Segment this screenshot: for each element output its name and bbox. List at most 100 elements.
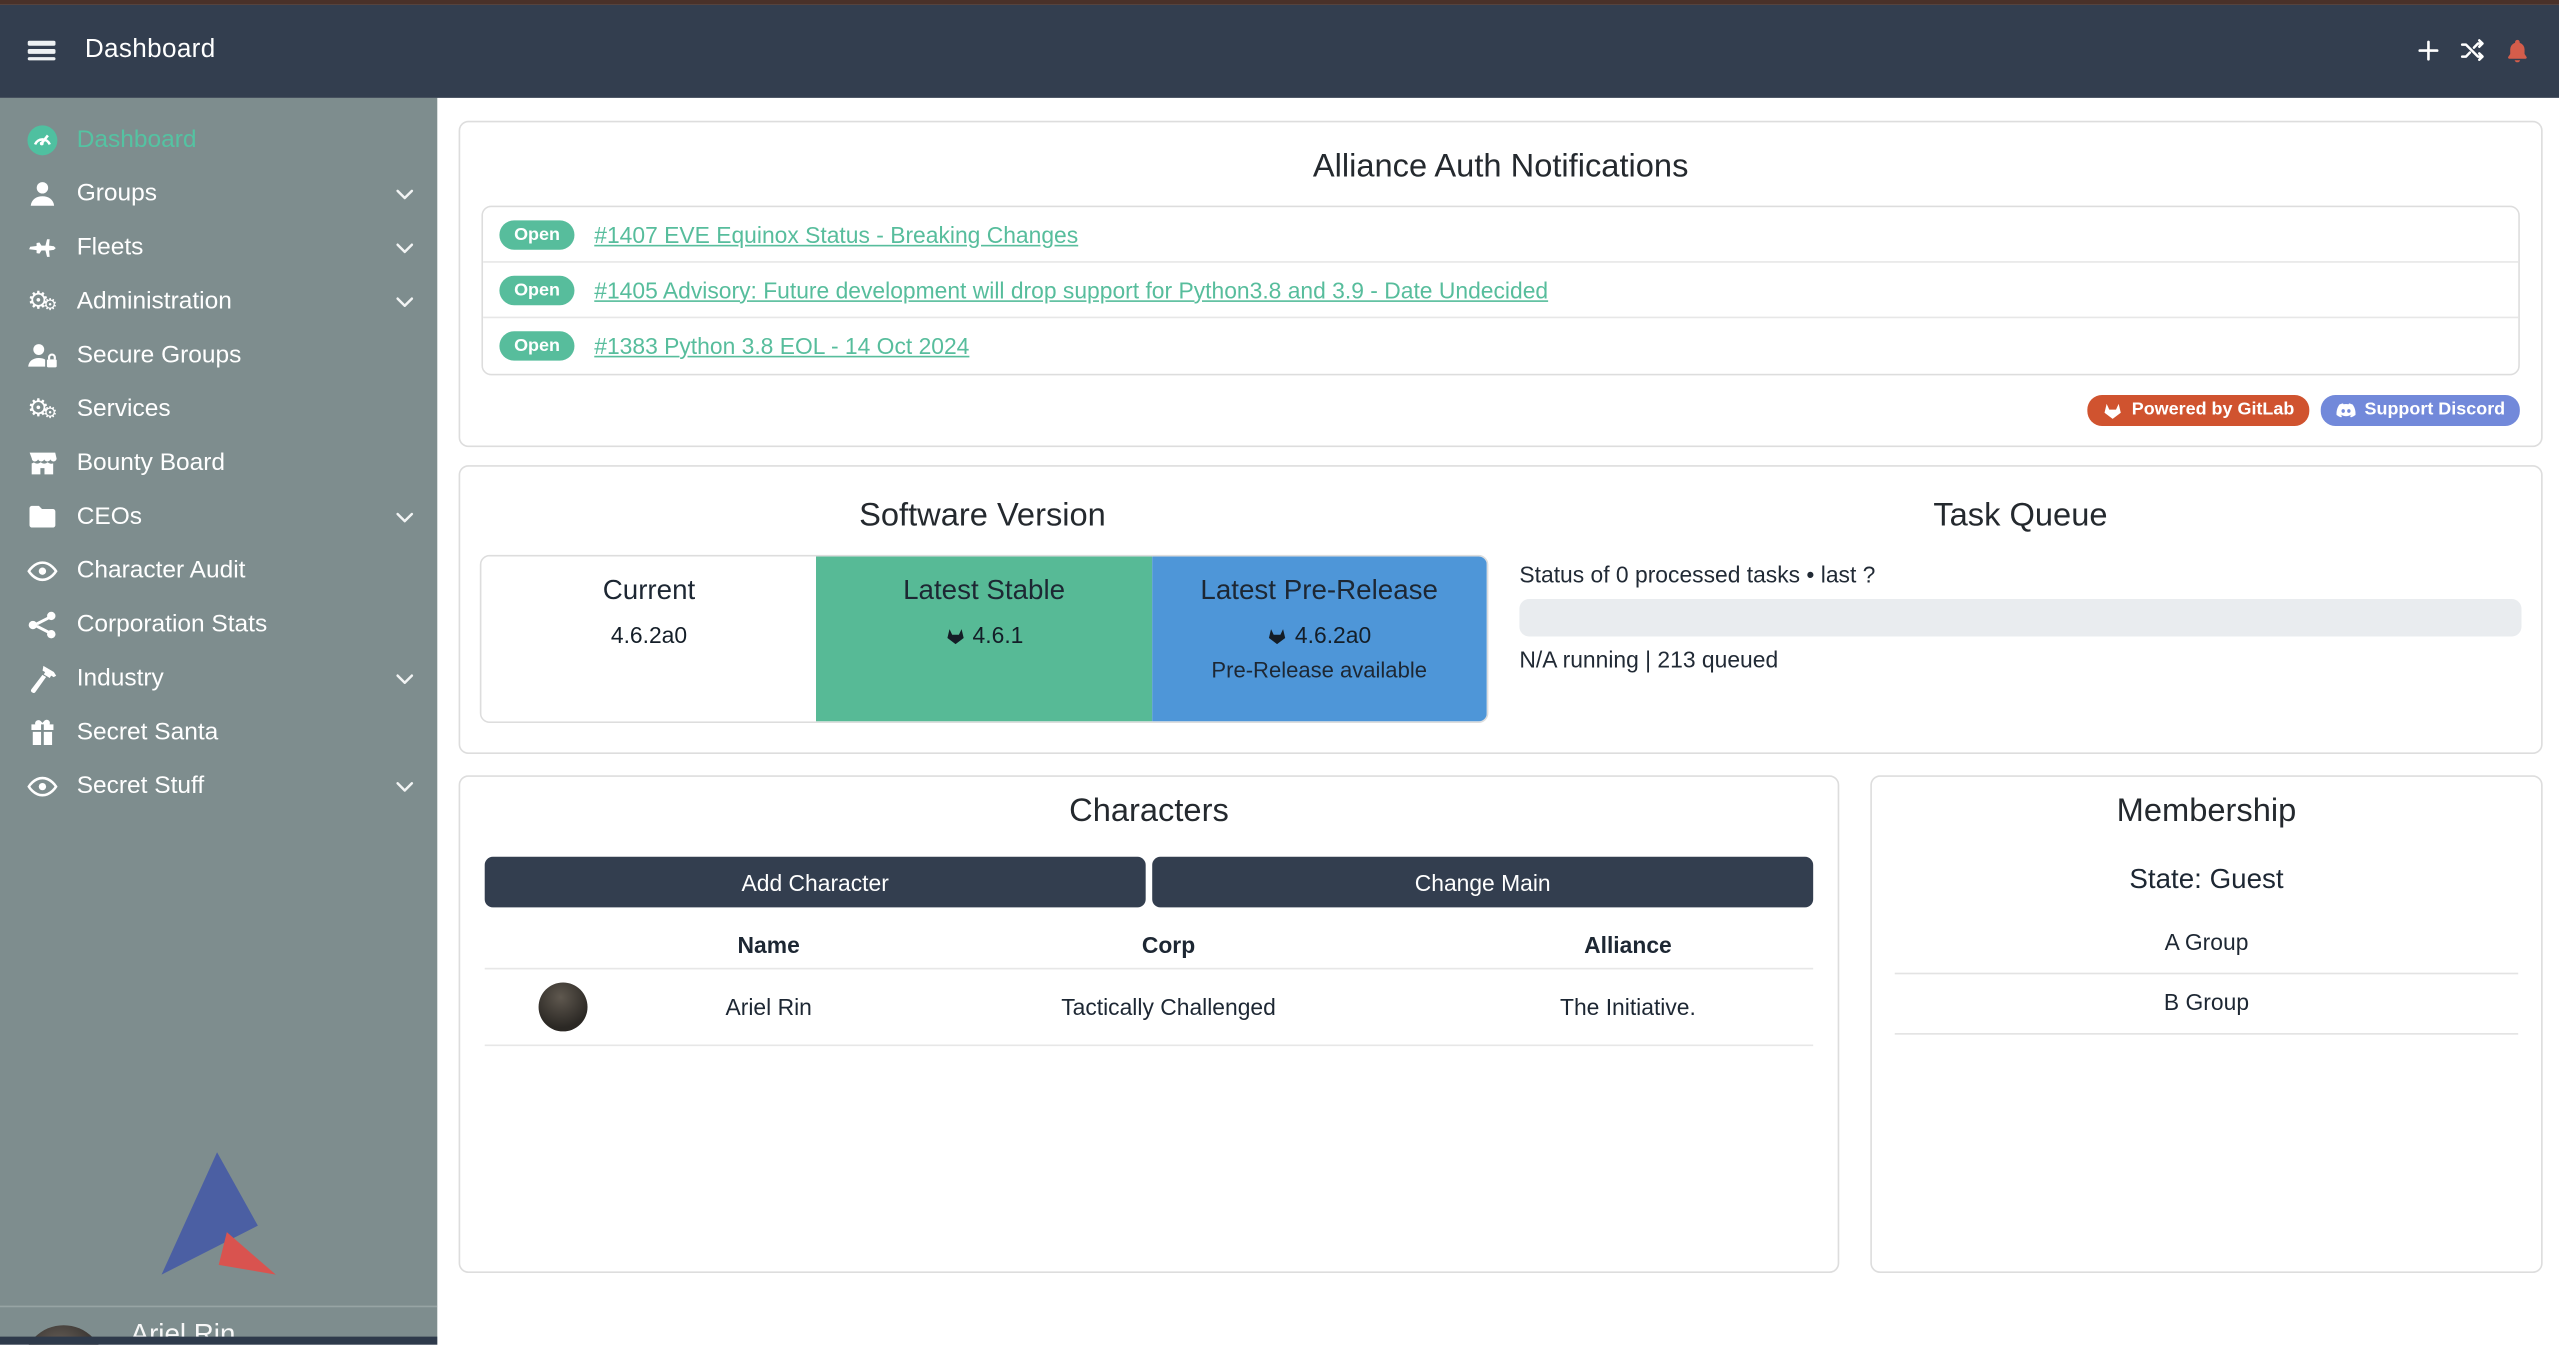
character-avatar — [538, 982, 587, 1031]
sidebar-item-ceos[interactable]: CEOs — [0, 490, 437, 544]
sidebar-item-label: Secret Santa — [77, 718, 219, 746]
character-row: Ariel RinTactically ChallengedThe Initia… — [485, 968, 1813, 1046]
discord-icon — [2335, 400, 2356, 421]
version-cell-value: 4.6.2a0 — [481, 622, 816, 648]
membership-group: A Group — [1895, 914, 2518, 974]
sidebar-item-industry[interactable]: Industry — [0, 651, 437, 705]
sidebar-item-label: Bounty Board — [77, 449, 225, 477]
plus-icon[interactable] — [2415, 38, 2441, 64]
gears-icon: ⚙⚙ — [26, 285, 59, 318]
chevron-icon — [393, 290, 416, 313]
version-cell-label: Latest Pre-Release — [1152, 574, 1487, 607]
characters-table-body: Ariel RinTactically ChallengedThe Initia… — [485, 968, 1813, 1046]
sidebar-item-label: Corporation Stats — [77, 610, 268, 638]
version-queue-panel: Software Version Current 4.6.2a0Latest St… — [459, 465, 2543, 754]
gift-icon — [26, 716, 59, 749]
notifications-footer: Powered by GitLab Support Discord — [2088, 395, 2520, 426]
status-badge: Open — [499, 331, 574, 361]
characters-buttons: Add CharacterChange Main — [485, 857, 1813, 908]
sidebar-item-secret-santa[interactable]: Secret Santa — [0, 705, 437, 759]
sidebar-item-dashboard[interactable]: Dashboard — [0, 113, 437, 167]
characters-table: NameCorpAlliance Ariel RinTactically Cha… — [485, 922, 1813, 1046]
add-character-button[interactable]: Add Character — [485, 857, 1146, 908]
task-queue-progressbar — [1519, 599, 2521, 637]
badge-label: Powered by GitLab — [2132, 401, 2295, 421]
tanuki-icon — [945, 624, 966, 645]
chevron-icon — [393, 774, 416, 797]
notification-link[interactable]: #1405 Advisory: Future development will … — [594, 277, 1548, 303]
badge-label: Support Discord — [2365, 401, 2506, 421]
sidebar-item-services[interactable]: ⚙⚙Services — [0, 382, 437, 436]
version-cell-value: 4.6.2a0 — [1152, 622, 1487, 648]
sidebar-item-label: Groups — [77, 180, 157, 208]
sidebar-item-administration[interactable]: ⚙⚙Administration — [0, 274, 437, 328]
sidebar-item-bounty-board[interactable]: Bounty Board — [0, 436, 437, 490]
menu-toggle-button[interactable] — [28, 38, 56, 65]
membership-state: State: Guest — [1895, 863, 2518, 896]
sidebar-nav: Dashboard Groups Fleets⚙⚙Administration Sec… — [0, 98, 437, 813]
notification-row: Open#1407 EVE Equinox Status - Breaking … — [483, 207, 2518, 261]
task-queue-section: Task Queue Status of 0 processed tasks •… — [1505, 467, 2541, 753]
sidebar-item-secure-groups[interactable]: Secure Groups — [0, 328, 437, 382]
notifications-list: Open #1407 EVE Equinox Status - Breaking … — [481, 206, 2519, 375]
change-main-button[interactable]: Change Main — [1152, 857, 1813, 908]
shuffle-icon[interactable] — [2459, 38, 2485, 64]
membership-panel: Membership State: Guest A GroupB Group — [1870, 775, 2542, 1273]
task-queue-status: Status of 0 processed tasks • last ? — [1519, 561, 2521, 587]
tanuki-icon — [2102, 400, 2123, 421]
character-name: Ariel Rin — [640, 994, 898, 1020]
app-window: Dashboard Dashboard Groups Fleets⚙⚙Adminis… — [0, 0, 2559, 1345]
bottom-row: Characters Add CharacterChange Main Name… — [459, 775, 2543, 1273]
character-corp: Tactically Challenged — [898, 994, 1440, 1020]
sidebar-item-character-audit[interactable]: Character Audit — [0, 543, 437, 597]
top-navbar: Dashboard — [0, 4, 2559, 98]
eye-icon — [26, 769, 59, 802]
version-cell-value: 4.6.1 — [817, 622, 1152, 648]
membership-title: Membership — [1895, 793, 2518, 829]
sidebar-item-label: Services — [77, 395, 171, 423]
tanuki-icon — [1267, 624, 1288, 645]
version-cell-note: Pre-Release available — [1152, 658, 1487, 682]
sidebar-item-label: Character Audit — [77, 557, 246, 585]
sidebar-item-fleets[interactable]: Fleets — [0, 220, 437, 274]
sidebar-item-corporation-stats[interactable]: Corporation Stats — [0, 597, 437, 651]
membership-group: B Group — [1895, 974, 2518, 1034]
software-version-title: Software Version — [480, 498, 1485, 534]
column-header-name: Name — [640, 932, 898, 958]
notification-link[interactable]: #1407 EVE Equinox Status - Breaking Chan… — [594, 221, 1078, 247]
characters-title: Characters — [485, 793, 1813, 829]
folder-icon — [26, 500, 59, 533]
bell-icon[interactable] — [2504, 37, 2532, 65]
share-icon — [26, 608, 59, 641]
characters-panel: Characters Add CharacterChange Main Name… — [459, 775, 1840, 1273]
notification-row: Open#1405 Advisory: Future development w… — [483, 261, 2518, 317]
sidebar-item-secret-stuff[interactable]: Secret Stuff — [0, 759, 437, 813]
software-version-section: Software Version Current 4.6.2a0Latest St… — [460, 467, 1504, 753]
version-cell-latest-stable: Latest Stable4.6.1 — [817, 557, 1152, 722]
jet-icon — [26, 231, 59, 264]
column-header-alliance: Alliance — [1439, 932, 1816, 958]
support-discord-badge[interactable]: Support Discord — [2320, 395, 2519, 426]
hammer-icon — [26, 662, 59, 695]
chevron-icon — [393, 182, 416, 205]
sidebar-item-label: Dashboard — [77, 126, 197, 154]
notification-link[interactable]: #1383 Python 3.8 EOL - 14 Oct 2024 — [594, 333, 969, 359]
sidebar-item-label: Secret Stuff — [77, 772, 204, 800]
version-cell-latest-pre-release: Latest Pre-Release 4.6.2a0 Pre-Release ava… — [1152, 557, 1487, 722]
notification-row: Open #1383 Python 3.8 EOL - 14 Oct 2024 — [483, 317, 2518, 373]
notifications-panel: Alliance Auth Notifications Open#1407 EV… — [459, 121, 2543, 447]
task-queue-summary: N/A running | 213 queued — [1519, 646, 2521, 672]
eye-icon — [26, 554, 59, 587]
column-header-corp: Corp — [898, 932, 1440, 958]
version-cell-label: Current — [481, 574, 816, 607]
powered-by-gitlab-badge[interactable]: Powered by GitLab — [2088, 395, 2309, 426]
chevron-icon — [393, 505, 416, 528]
sidebar-bottom-strip — [0, 1337, 437, 1345]
sidebar-item-label: Secure Groups — [77, 341, 242, 369]
sidebar: Dashboard Groups Fleets⚙⚙Administration Sec… — [0, 98, 437, 1345]
software-version-box: Current 4.6.2a0Latest Stable4.6.1Latest P… — [480, 555, 1489, 723]
sidebar-item-groups[interactable]: Groups — [0, 166, 437, 220]
characters-table-header: NameCorpAlliance — [485, 922, 1813, 968]
chevron-icon — [393, 236, 416, 259]
sidebar-item-label: Industry — [77, 664, 164, 692]
